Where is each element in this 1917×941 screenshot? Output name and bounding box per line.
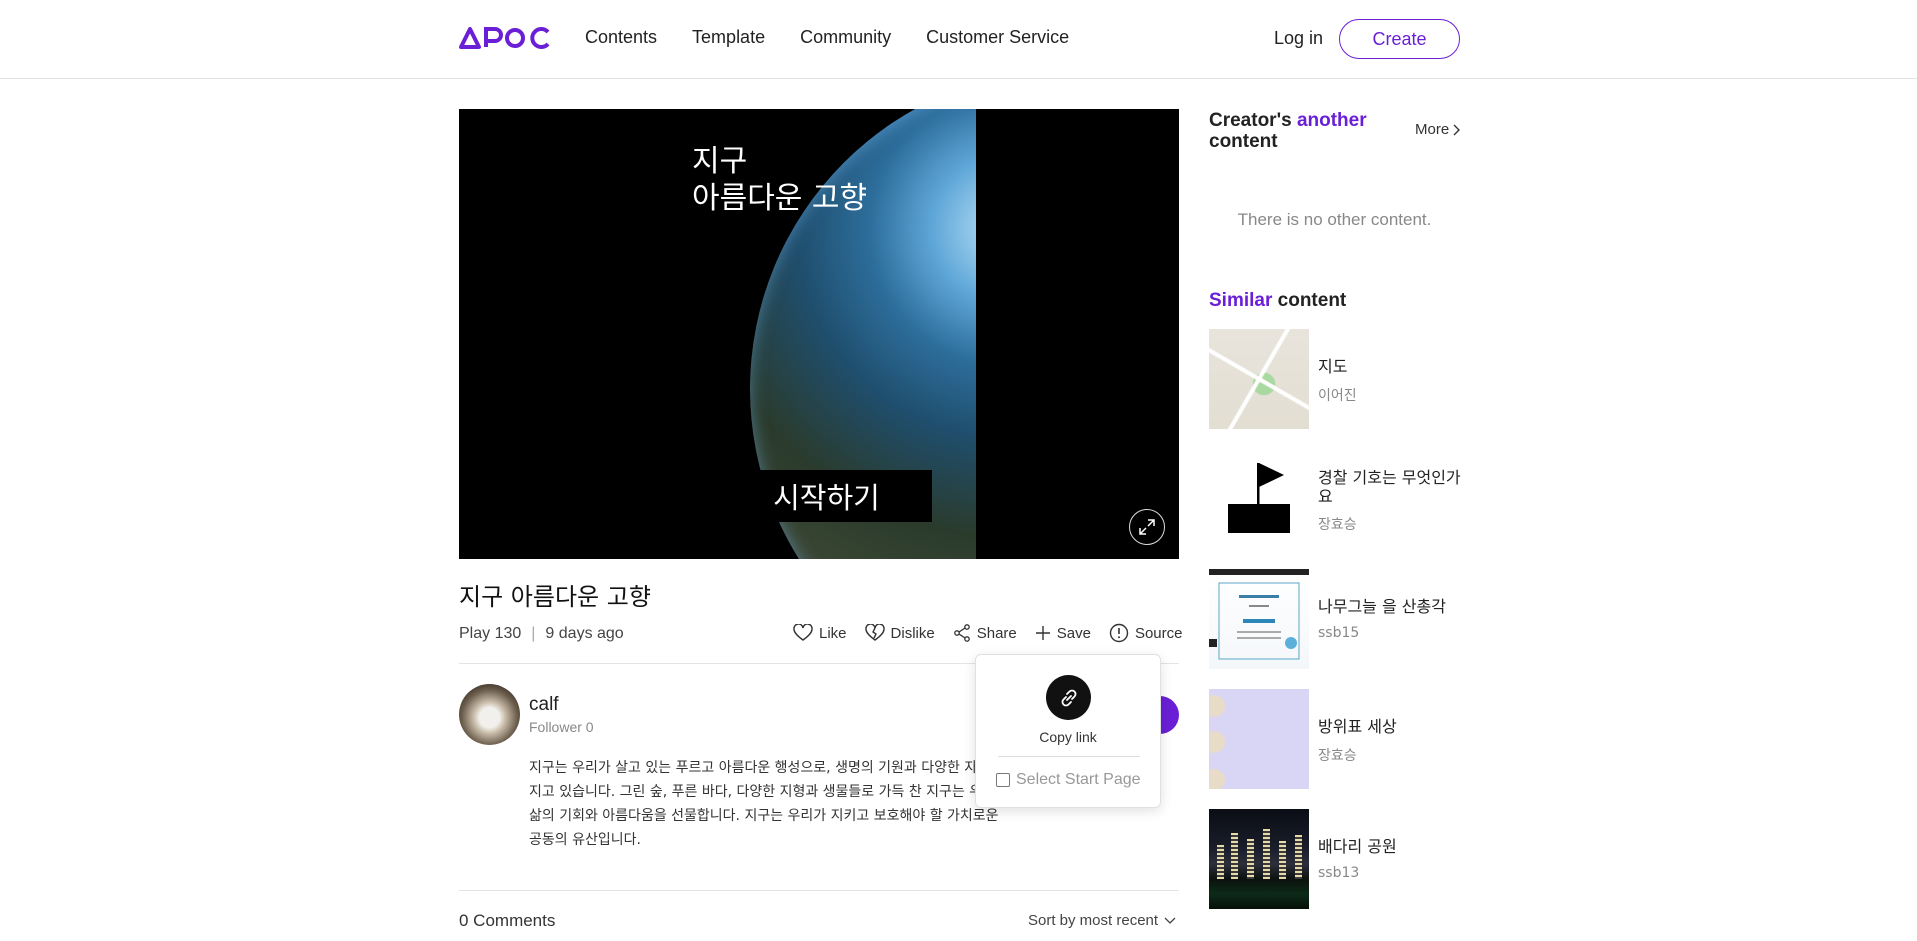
copy-link-button[interactable]: Copy link (976, 729, 1160, 745)
similar-item[interactable]: 배다리 공원 ssb13 (1209, 809, 1460, 909)
action-bar: Like Dislike Share Save Source (793, 623, 1182, 643)
creator-another-heading: Creator's another content (1209, 110, 1379, 152)
checkbox-box[interactable] (996, 773, 1010, 787)
slide-preview: 지구 아름다운 고향 시작하기 (660, 109, 976, 559)
similar-item[interactable]: 경찰 기호는 무엇인가요 장효승 (1209, 449, 1461, 549)
plus-icon (1035, 626, 1050, 640)
flag-thumbnail (1209, 449, 1309, 549)
similar-heading: Similar content (1209, 290, 1346, 312)
creator-avatar[interactable] (459, 684, 520, 745)
apoc-logo[interactable] (459, 24, 551, 52)
expand-icon[interactable] (1129, 509, 1165, 545)
heading-text: content (1272, 290, 1347, 311)
main-nav: Contents Template Community Customer Ser… (585, 27, 1069, 48)
posted-time: 9 days ago (545, 625, 624, 642)
link-icon[interactable] (1046, 675, 1091, 720)
slide-title-line2: 아름다운 고향 (692, 181, 868, 216)
heading-accent: Similar (1209, 290, 1273, 311)
similar-item-author: ssb13 (1318, 865, 1360, 881)
slide-title: 지구 아름다운 고향 (692, 143, 867, 217)
similar-item[interactable]: 지도 이어진 (1209, 329, 1460, 429)
chevron-down-icon (1164, 917, 1176, 924)
share-label: Share (976, 624, 1017, 642)
heading-text: Creator's (1209, 110, 1297, 131)
night-park-thumbnail (1209, 809, 1309, 909)
nav-community[interactable]: Community (800, 27, 891, 48)
like-button[interactable]: Like (793, 623, 847, 643)
sort-label: Sort by most recent (1028, 912, 1159, 929)
dislike-label: Dislike (890, 624, 935, 642)
play-count: Play 130 (459, 625, 522, 642)
heading-accent: another (1296, 110, 1367, 131)
share-icon (953, 624, 970, 642)
content-player[interactable]: 지구 아름다운 고향 시작하기 (459, 109, 1179, 559)
similar-item-author: ssb15 (1318, 625, 1360, 641)
save-label: Save (1056, 624, 1091, 642)
save-button[interactable]: Save (1035, 623, 1091, 643)
similar-item-author: 장효승 (1318, 517, 1357, 533)
similar-item-author: 장효승 (1318, 748, 1357, 764)
similar-item[interactable]: 나무그늘 을 산총각 ssb15 (1209, 569, 1460, 669)
similar-item-title: 배다리 공원 (1318, 837, 1397, 856)
follower-count: Follower 0 (529, 719, 594, 735)
comments-count: 0 Comments (459, 911, 556, 930)
create-button[interactable]: Create (1339, 19, 1460, 59)
certificate-thumbnail (1209, 569, 1309, 669)
map-thumbnail (1209, 329, 1309, 429)
nav-contents[interactable]: Contents (585, 27, 657, 48)
dislike-button[interactable]: Dislike (864, 623, 935, 643)
divider (459, 890, 1179, 891)
top-header: Contents Template Community Customer Ser… (0, 0, 1917, 79)
similar-item-author: 이어진 (1318, 388, 1357, 404)
meta-separator: | (531, 625, 536, 642)
like-label: Like (819, 624, 847, 642)
similar-item-title: 방위표 세상 (1318, 717, 1397, 736)
compass-thumbnail (1209, 689, 1309, 789)
start-button[interactable]: 시작하기 (721, 470, 932, 522)
slide-title-line1: 지구 (692, 144, 748, 179)
chevron-right-icon (1453, 124, 1461, 135)
similar-item[interactable]: 방위표 세상 장효승 (1209, 689, 1460, 789)
more-label: More (1415, 121, 1450, 138)
heading-text: content (1209, 131, 1278, 152)
select-start-page-label: Select Start Page (1016, 771, 1141, 788)
similar-item-title: 경찰 기호는 무엇인가요 (1318, 468, 1461, 506)
creator-name[interactable]: calf (529, 694, 559, 716)
content-title: 지구 아름다운 고향 (459, 583, 651, 611)
info-icon (1109, 623, 1129, 643)
similar-item-title: 나무그늘 을 산총각 (1318, 597, 1446, 616)
content-description: 지구는 우리가 살고 있는 푸르고 아름다운 행성으로, 생명의 기원과 다양한… (529, 760, 1003, 848)
similar-item-title: 지도 (1318, 357, 1348, 376)
share-popover: Copy link Select Start Page (975, 654, 1161, 808)
nav-template[interactable]: Template (692, 27, 765, 48)
select-start-page-checkbox[interactable]: Select Start Page (996, 771, 1141, 789)
popover-divider (998, 756, 1140, 757)
content-meta: Play 130 | 9 days ago (459, 625, 624, 643)
broken-heart-icon (864, 624, 885, 641)
no-content-message: There is no other content. (1237, 210, 1432, 229)
source-button[interactable]: Source (1109, 623, 1183, 643)
share-button[interactable]: Share (953, 623, 1017, 643)
source-label: Source (1134, 624, 1183, 642)
nav-customer-service[interactable]: Customer Service (926, 27, 1069, 48)
sort-dropdown[interactable]: Sort by most recent (1028, 912, 1176, 929)
login-link[interactable]: Log in (1274, 28, 1323, 49)
more-link[interactable]: More (1415, 121, 1461, 138)
heart-icon (793, 624, 813, 641)
